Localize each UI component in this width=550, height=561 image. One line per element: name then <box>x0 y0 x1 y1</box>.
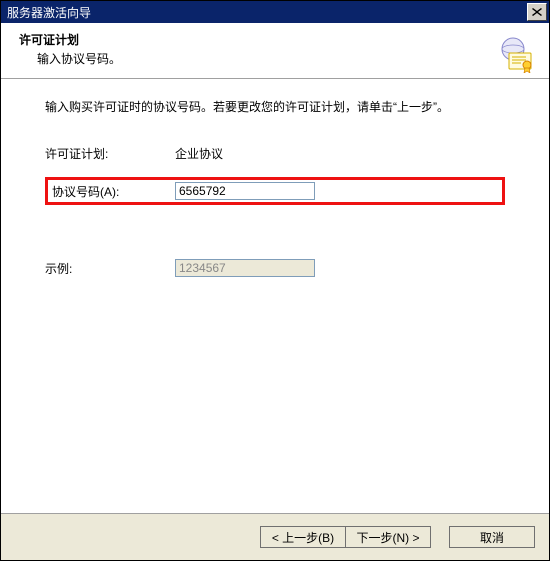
agreement-number-input[interactable] <box>175 182 315 200</box>
header-subtitle: 输入协议号码。 <box>37 50 549 67</box>
wizard-content: 输入购买许可证时的协议号码。若要更改您的许可证计划，请单击“上一步”。 许可证计… <box>13 81 537 510</box>
cancel-button[interactable]: 取消 <box>449 526 535 548</box>
next-button[interactable]: 下一步(N) > <box>345 526 431 548</box>
example-row: 示例: <box>45 259 505 277</box>
agreement-label: 协议号码(A): <box>52 183 175 200</box>
header-title: 许可证计划 <box>19 31 549 48</box>
wizard-window: 服务器激活向导 许可证计划 输入协议号码。 输入购买许可证时的协议号码。若要更改… <box>0 0 550 561</box>
plan-label: 许可证计划: <box>45 145 175 162</box>
close-icon <box>532 8 542 16</box>
plan-row: 许可证计划: 企业协议 <box>45 141 505 165</box>
example-label: 示例: <box>45 260 175 277</box>
wizard-footer: < 上一步(B) 下一步(N) > 取消 <box>1 513 549 560</box>
plan-value: 企业协议 <box>175 145 223 162</box>
window-title: 服务器激活向导 <box>7 4 91 21</box>
instruction-text: 输入购买许可证时的协议号码。若要更改您的许可证计划，请单击“上一步”。 <box>45 97 505 117</box>
back-button[interactable]: < 上一步(B) <box>260 526 346 548</box>
wizard-header: 许可证计划 输入协议号码。 <box>1 23 549 79</box>
titlebar: 服务器激活向导 <box>1 1 549 23</box>
certificate-icon <box>499 37 535 73</box>
agreement-row-highlight: 协议号码(A): <box>45 177 505 205</box>
close-button[interactable] <box>527 3 547 21</box>
example-value-display <box>175 259 315 277</box>
